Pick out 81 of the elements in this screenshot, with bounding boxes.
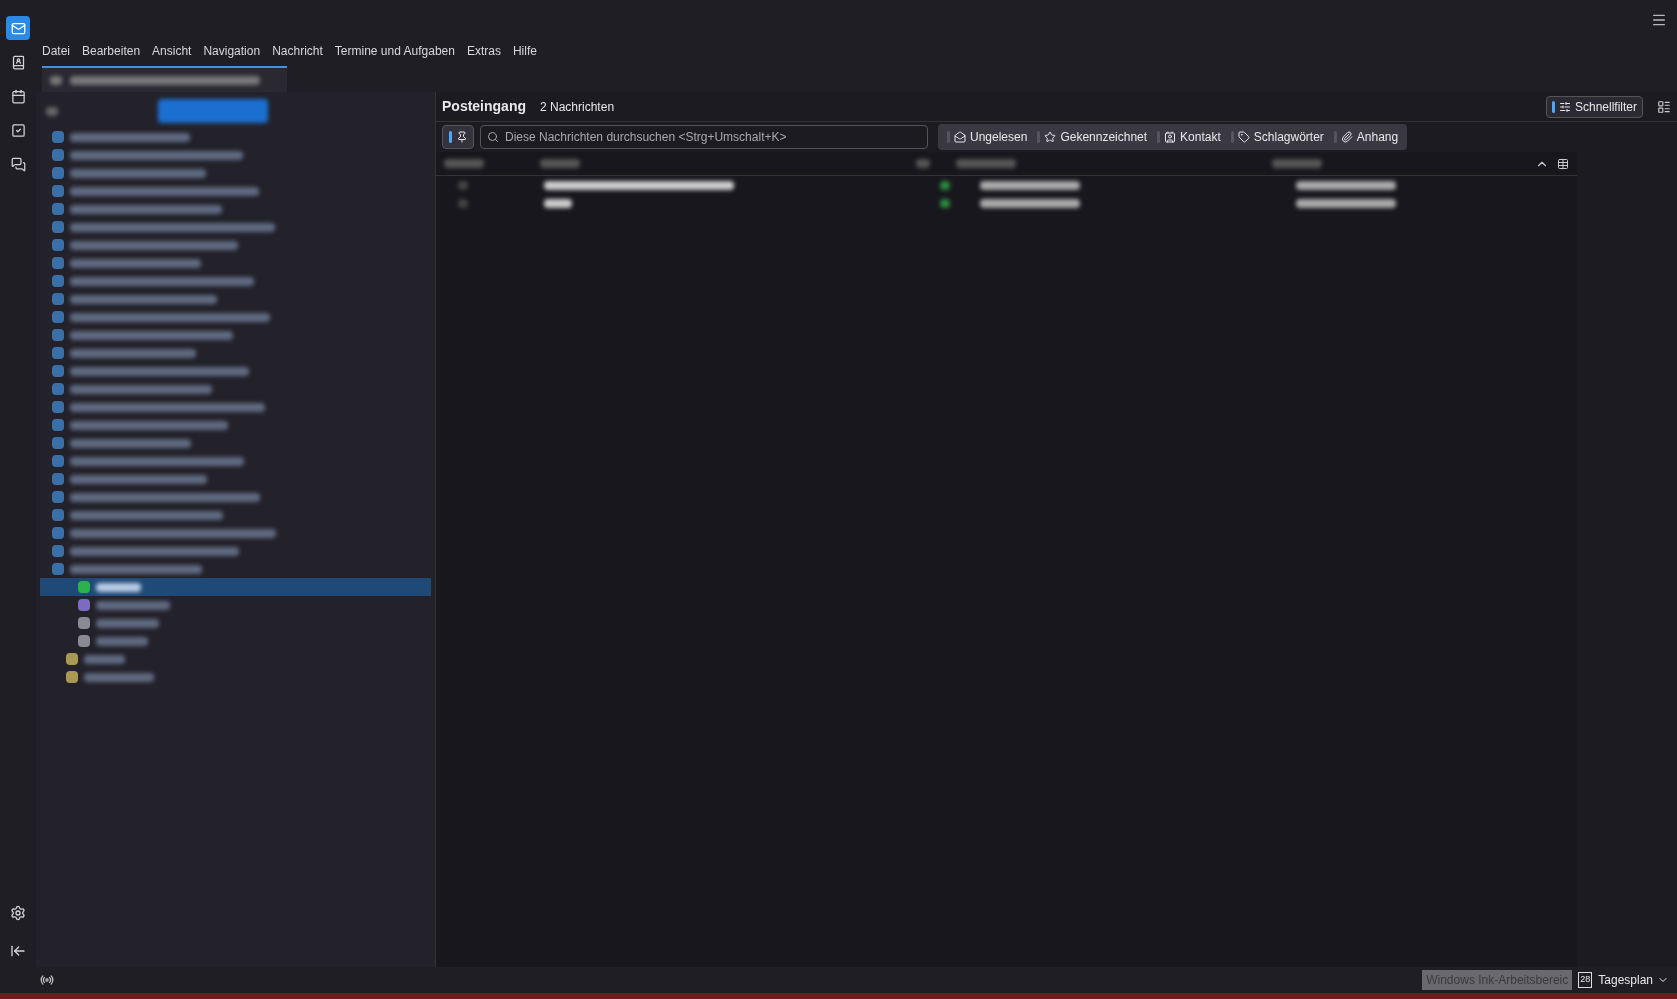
folder-title: Posteingang — [442, 97, 526, 116]
folder-icon — [52, 545, 64, 557]
search-field[interactable]: Diese Nachrichten durchsuchen <Strg+Umschalt+K> — [480, 125, 928, 149]
folder-icon — [52, 437, 64, 449]
mail-space-button[interactable] — [6, 16, 30, 40]
menu-item[interactable]: Extras — [466, 42, 501, 60]
filter-button[interactable]: Ungelesen — [942, 126, 1033, 148]
folder-icon — [52, 347, 64, 359]
folder-icon — [52, 527, 64, 539]
folder-icon — [52, 329, 64, 341]
search-icon — [487, 131, 499, 143]
folder-icon — [52, 185, 64, 197]
calendar-icon — [10, 88, 26, 104]
blurred-text — [444, 159, 484, 168]
blurred-text — [84, 672, 154, 682]
folder-icon — [52, 311, 64, 323]
folder-row[interactable] — [40, 578, 431, 596]
filter-button[interactable]: Anhang — [1328, 126, 1404, 148]
blurred-text — [46, 106, 58, 116]
settings-icon[interactable] — [10, 905, 26, 921]
today-pane-button[interactable]: Tagesplan — [1598, 971, 1669, 989]
blurred-text — [1272, 159, 1322, 168]
menu-item[interactable]: Nachricht — [272, 42, 323, 60]
sliders-icon — [1558, 100, 1571, 113]
blurred-text — [50, 75, 62, 85]
layout-icon[interactable] — [1657, 99, 1671, 114]
chat-icon — [10, 156, 26, 172]
column-picker-icon[interactable] — [1557, 157, 1569, 170]
pin-icon — [455, 131, 468, 143]
filter-button[interactable]: Gekennzeichnet — [1032, 126, 1153, 148]
blurred-text — [96, 618, 159, 628]
contacts-icon — [10, 54, 26, 70]
mail-icon — [10, 20, 26, 36]
folder-icon — [52, 419, 64, 431]
menu-item[interactable]: Hilfe — [512, 42, 537, 60]
new-message-button[interactable] — [158, 99, 268, 123]
collapse-icon[interactable] — [10, 943, 26, 959]
unread-icon — [954, 131, 966, 143]
folder-icon — [52, 221, 64, 233]
folder-icon — [52, 131, 64, 143]
folder-icon — [52, 401, 64, 413]
blurred-text — [956, 159, 1016, 168]
folder-icon — [52, 509, 64, 521]
folder-icon — [52, 149, 64, 161]
folder-icon — [52, 167, 64, 179]
tasks-icon — [10, 122, 26, 138]
blurred-text — [916, 159, 930, 168]
menu-item[interactable]: Bearbeiten — [82, 42, 141, 60]
tab[interactable] — [42, 66, 287, 92]
menu-item[interactable]: Ansicht — [152, 42, 192, 60]
quick-filter-button[interactable]: Schnellfilter — [1545, 95, 1643, 118]
folder-icon — [52, 203, 64, 215]
menu-item[interactable]: Termine und Aufgaben — [334, 42, 455, 60]
folder-icon — [52, 383, 64, 395]
status-icon — [40, 973, 54, 987]
filter-button[interactable]: Kontakt — [1152, 126, 1226, 148]
tags-icon — [1237, 131, 1250, 143]
blurred-text — [96, 582, 141, 592]
contact-icon — [1164, 131, 1177, 143]
folder-icon — [52, 257, 64, 269]
message-count: 2 Nachrichten — [540, 98, 615, 116]
folder-icon — [52, 455, 64, 467]
folder-icon — [52, 275, 64, 287]
blurred-text — [96, 636, 148, 646]
folder-icon — [52, 473, 64, 485]
menu-item[interactable]: Navigation — [203, 42, 261, 60]
folder-icon — [52, 491, 64, 503]
attachment-icon — [1340, 131, 1353, 143]
blurred-text — [544, 198, 572, 208]
folder-icon — [52, 365, 64, 377]
menu-icon[interactable] — [1651, 12, 1667, 28]
folder-icon — [52, 293, 64, 305]
blurred-text — [540, 159, 580, 168]
starred-icon — [1044, 131, 1057, 143]
menu-item[interactable]: Datei — [42, 42, 70, 60]
calendar-date-icon: 28 — [1578, 972, 1593, 988]
blurred-text — [84, 654, 125, 664]
filter-button[interactable]: Schlagwörter — [1225, 126, 1329, 148]
folder-icon — [52, 239, 64, 251]
folder-icon — [52, 563, 64, 575]
pin-button[interactable] — [442, 125, 474, 149]
